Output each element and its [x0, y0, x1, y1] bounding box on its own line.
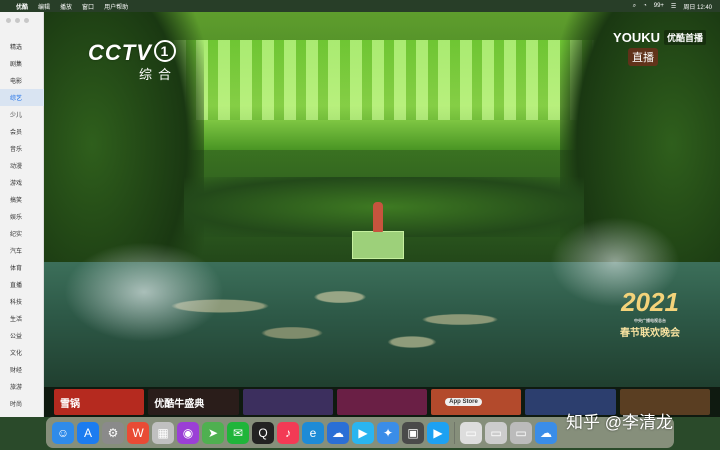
thumbnail-1[interactable]: 雪锅 — [54, 389, 145, 415]
control-center-icon[interactable]: ☰ — [671, 3, 676, 10]
sidebar-item[interactable]: 少儿 — [0, 106, 44, 123]
wechat-icon[interactable]: ✉ — [227, 421, 249, 444]
preview-icon[interactable]: ▣ — [402, 421, 424, 444]
sidebar-item[interactable]: 剧集 — [0, 55, 44, 72]
menu-app-name[interactable]: 优酷 — [16, 2, 28, 11]
thumbnail-2[interactable]: 优酷牛盛典 — [148, 389, 239, 415]
finder-icon[interactable]: ☺ — [52, 421, 74, 444]
wps-icon[interactable]: W — [127, 421, 149, 444]
appstore-badge[interactable]: App Store — [445, 398, 482, 406]
youku-icon[interactable]: ▶ — [427, 421, 449, 444]
sidebar-item[interactable]: 搞笑 — [0, 191, 44, 208]
menu-play[interactable]: 播放 — [60, 2, 72, 11]
youku-logo: YOUKU 优酷首播 — [613, 30, 706, 45]
sidebar-item[interactable]: 动漫 — [0, 157, 44, 174]
window-controls — [6, 18, 29, 23]
window3-icon[interactable]: ▭ — [510, 421, 532, 444]
sidebar: 精选 剧集 电影 综艺 少儿 会员 音乐 动漫 游戏 搞笑 娱乐 纪实 汽车 体育 直播 科技 生活 公益 文化 财经… — [0, 12, 44, 417]
watermark: 知乎 @李清龙 — [566, 413, 673, 432]
channel-number: 1 — [153, 40, 176, 62]
sidebar-item[interactable]: 时尚 — [0, 395, 44, 412]
live-badge: 直播 — [628, 48, 658, 66]
sidebar-item[interactable]: 直播 — [0, 276, 44, 293]
window2-icon[interactable]: ▭ — [485, 421, 507, 444]
search-icon[interactable]: ⌕ — [633, 3, 636, 10]
sidebar-item[interactable]: 纪实 — [0, 225, 44, 242]
menu-edit[interactable]: 编辑 — [38, 2, 50, 11]
sidebar-item[interactable]: 精选 — [0, 38, 44, 55]
sidebar-item[interactable]: 生活 — [0, 310, 44, 327]
edge-icon[interactable]: e — [302, 421, 324, 444]
youku-window: 精选 剧集 电影 综艺 少儿 会员 音乐 动漫 游戏 搞笑 娱乐 纪实 汽车 体育 直播 科技 生活 公益 文化 财经… — [0, 12, 720, 417]
sidebar-item[interactable]: 会员 — [0, 123, 44, 140]
safari-icon[interactable]: ✦ — [377, 421, 399, 444]
sidebar-item[interactable]: 科技 — [0, 293, 44, 310]
menu-window[interactable]: 窗口 — [82, 2, 94, 11]
channel-logo: CCTV 1 — [88, 40, 176, 66]
sidebar-item[interactable]: 娱乐 — [0, 208, 44, 225]
dock-separator — [454, 421, 455, 444]
wifi-icon[interactable]: ◔ — [643, 3, 647, 9]
qq-icon[interactable]: Q — [252, 421, 274, 444]
appstore-icon[interactable]: A — [77, 421, 99, 444]
backdrop-screens — [174, 40, 594, 120]
maps-icon[interactable]: ➤ — [202, 421, 224, 444]
video-player[interactable]: CCTV 1 综合 YOUKU 优酷首播 直播 2021 中央广播电视总台 春节联… — [44, 12, 720, 387]
status-area: ⌕ ◔ 99+ ☰ 周日 12:40 — [633, 2, 712, 11]
sidebar-item[interactable]: 旅游 — [0, 378, 44, 395]
menu-bar: 优酷 编辑 播放 窗口 用户帮助 ⌕ ◔ 99+ ☰ 周日 12:40 — [0, 0, 720, 12]
stage-platform — [352, 231, 404, 259]
sidebar-item[interactable]: 公益 — [0, 327, 44, 344]
sidebar-item[interactable]: 综艺 — [0, 89, 44, 106]
clock[interactable]: 周日 12:40 — [683, 2, 712, 11]
video-icon[interactable]: ▶ — [352, 421, 374, 444]
thumbnail-label: 优酷牛盛典 — [154, 398, 205, 410]
sidebar-item[interactable]: 电影 — [0, 72, 44, 89]
window-icon[interactable]: ▭ — [460, 421, 482, 444]
battery-label[interactable]: 99+ — [654, 3, 664, 9]
performer — [373, 202, 383, 232]
sidebar-item[interactable]: 文化 — [0, 344, 44, 361]
thumbnail-5[interactable]: App Store — [431, 389, 522, 415]
sidebar-item[interactable]: 体育 — [0, 259, 44, 276]
settings-icon[interactable]: ⚙ — [102, 421, 124, 444]
close-button[interactable] — [6, 18, 11, 23]
bamboo-row — [184, 177, 584, 237]
minimize-button[interactable] — [15, 18, 20, 23]
sidebar-item[interactable]: 财经 — [0, 361, 44, 378]
thumbnail-label: 雪锅 — [60, 398, 80, 410]
thumbnail-3[interactable] — [242, 389, 333, 415]
thumbnail-4[interactable] — [336, 389, 428, 415]
mist-left — [64, 242, 224, 342]
channel-sub: 综合 — [139, 67, 178, 82]
sidebar-nav: 精选 剧集 电影 综艺 少儿 会员 音乐 动漫 游戏 搞笑 娱乐 纪实 汽车 体育 直播 科技 生活 公益 文化 财经… — [0, 38, 44, 412]
gala-name: 春节联欢晚会 — [620, 328, 680, 339]
sidebar-item[interactable]: 音乐 — [0, 140, 44, 157]
sidebar-item[interactable]: 汽车 — [0, 242, 44, 259]
gala-logo: 2021 中央广播电视总台 春节联欢晚会 — [620, 287, 680, 339]
zoom-button[interactable] — [24, 18, 29, 23]
youku-tag: 优酷首播 — [663, 30, 706, 45]
launchpad-icon[interactable]: ▦ — [152, 421, 174, 444]
menu-help[interactable]: 用户帮助 — [104, 2, 128, 11]
sidebar-item[interactable]: 游戏 — [0, 174, 44, 191]
gala-year: 2021 — [621, 287, 679, 317]
channel-logo-text: CCTV — [88, 40, 152, 65]
podcast-icon[interactable]: ◉ — [177, 421, 199, 444]
music-icon[interactable]: ♪ — [277, 421, 299, 444]
cloud2-icon[interactable]: ☁ — [535, 421, 557, 444]
youku-logo-text: YOUKU — [613, 30, 660, 45]
cloud-icon[interactable]: ☁ — [327, 421, 349, 444]
